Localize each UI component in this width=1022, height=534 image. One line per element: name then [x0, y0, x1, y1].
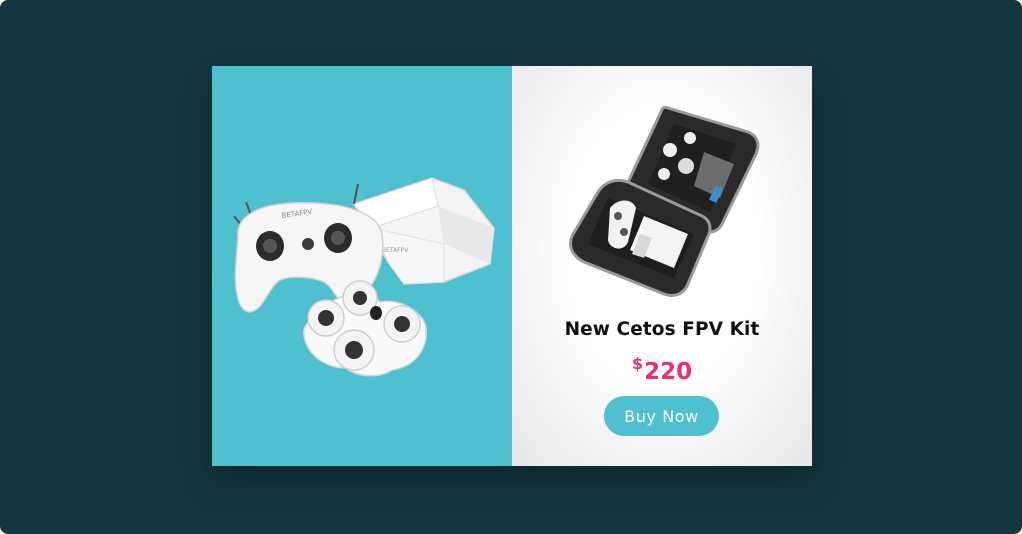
product-card: BETAFPV BETAFPV New Cetos FPV Kit $220 B…	[212, 66, 812, 466]
fpv-kit-case-image	[569, 105, 760, 298]
carry-case-icon	[569, 105, 760, 298]
page-background: BETAFPV BETAFPV New Cetos FPV Kit $220 B…	[0, 0, 1022, 534]
product-title: New Cetos FPV Kit	[564, 319, 760, 340]
product-info-panel: New Cetos FPV Kit $220 Buy Now	[512, 66, 812, 466]
price-amount: 220	[644, 359, 693, 385]
buy-now-button[interactable]: Buy Now	[604, 396, 719, 436]
price-currency: $	[631, 354, 644, 373]
svg-text:BETAFPV: BETAFPV	[382, 247, 409, 254]
drone-icon	[303, 280, 427, 377]
fpv-kit-bundle-image: BETAFPV BETAFPV	[233, 177, 495, 377]
product-price: $220	[512, 354, 812, 385]
product-image-panel: BETAFPV BETAFPV	[212, 66, 512, 466]
